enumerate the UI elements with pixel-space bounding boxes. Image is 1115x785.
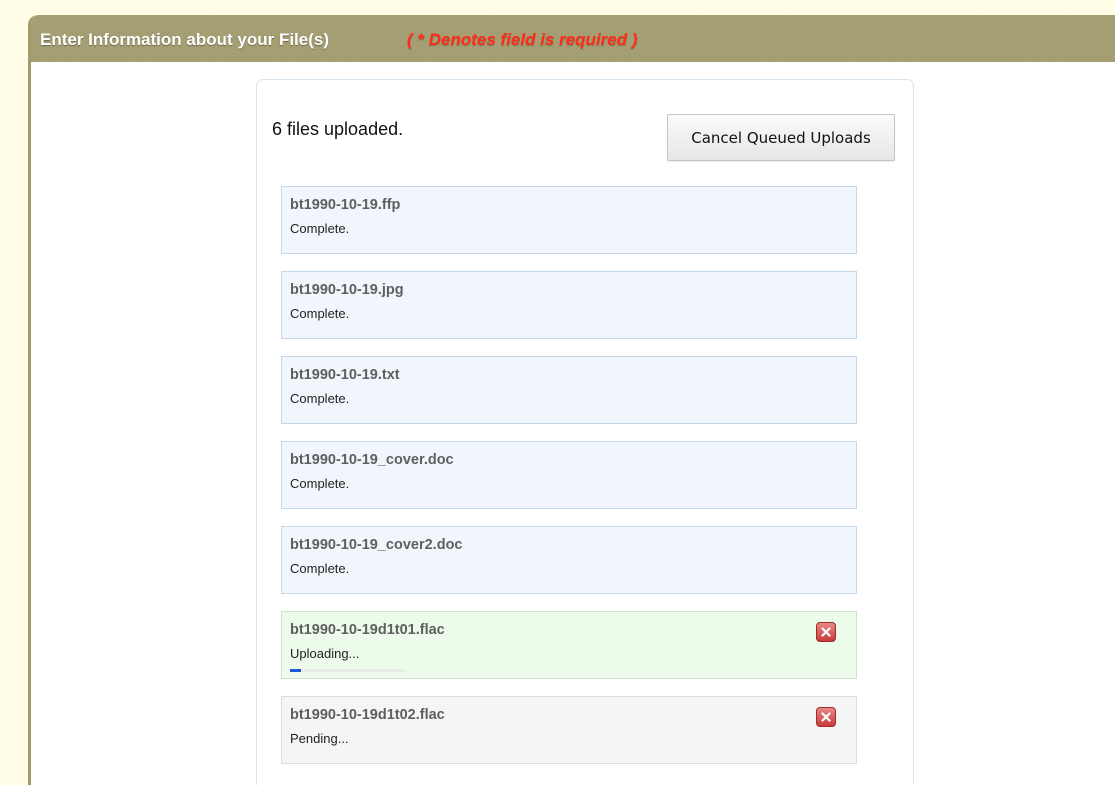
cancel-queued-uploads-button[interactable]: Cancel Queued Uploads — [667, 114, 895, 161]
file-upload-item: bt1990-10-19_cover.doc Complete. — [281, 441, 857, 509]
file-status: Complete. — [290, 476, 350, 491]
file-upload-item: bt1990-10-19d1t02.flac Pending... — [281, 696, 857, 764]
file-name: bt1990-10-19d1t01.flac — [290, 622, 445, 638]
file-status: Complete. — [290, 391, 350, 406]
file-status: Pending... — [290, 731, 349, 746]
required-field-note: ( * Denotes field is required ) — [407, 30, 638, 49]
file-upload-item: bt1990-10-19.txt Complete. — [281, 356, 857, 424]
panel-header: Enter Information about your File(s) ( *… — [31, 15, 1115, 62]
upload-progress-fill — [290, 669, 302, 672]
file-upload-item: bt1990-10-19d1t01.flac Uploading... — [281, 611, 857, 679]
upload-queue-box: 6 files uploaded. Cancel Queued Uploads … — [256, 79, 914, 785]
file-status: Uploading... — [290, 646, 360, 661]
file-name: bt1990-10-19_cover2.doc — [290, 537, 463, 553]
file-name: bt1990-10-19.ffp — [290, 197, 401, 213]
file-status: Complete. — [290, 221, 350, 236]
file-status: Complete. — [290, 306, 350, 321]
upload-progress-bar — [290, 669, 405, 672]
file-name: bt1990-10-19_cover.doc — [290, 452, 454, 468]
file-upload-item: bt1990-10-19.jpg Complete. — [281, 271, 857, 339]
file-status: Complete. — [290, 561, 350, 576]
file-upload-item: bt1990-10-19.ffp Complete. — [281, 186, 857, 254]
close-icon[interactable] — [816, 622, 836, 642]
panel-title: Enter Information about your File(s) — [40, 30, 330, 49]
file-upload-item: bt1990-10-19_cover2.doc Complete. — [281, 526, 857, 594]
upload-status-text: 6 files uploaded. — [272, 119, 404, 139]
file-info-panel: Enter Information about your File(s) ( *… — [28, 15, 1115, 785]
file-upload-list: bt1990-10-19.ffp Complete. bt1990-10-19.… — [281, 186, 857, 781]
file-name: bt1990-10-19d1t02.flac — [290, 707, 445, 723]
close-icon[interactable] — [816, 707, 836, 727]
file-name: bt1990-10-19.jpg — [290, 282, 404, 298]
file-name: bt1990-10-19.txt — [290, 367, 400, 383]
